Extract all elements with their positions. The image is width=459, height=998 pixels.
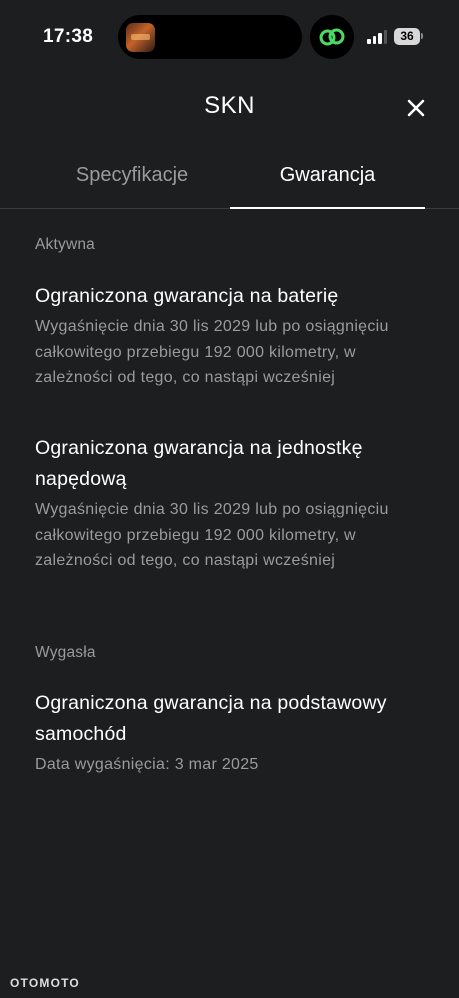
warranty-description: Wygaśnięcie dnia 30 lis 2029 lub po osią… <box>35 501 389 569</box>
status-bar: 17:38 36 <box>0 0 459 72</box>
section-label-expired: Wygasła <box>35 644 96 661</box>
status-time: 17:38 <box>43 26 94 47</box>
section-label-active: Aktywna <box>35 236 95 253</box>
dynamic-island[interactable] <box>118 15 302 59</box>
tab-warranty[interactable]: Gwarancja <box>230 164 425 187</box>
warranty-item-drive-unit[interactable]: Ograniczona gwarancja na jednostkę napęd… <box>35 433 430 574</box>
tab-specifications[interactable]: Specyfikacje <box>34 164 230 187</box>
active-tab-indicator <box>230 207 425 209</box>
page-title: SKN <box>204 92 255 119</box>
warranty-item-battery[interactable]: Ograniczona gwarancja na baterię Wygaśni… <box>35 281 430 391</box>
cellular-signal-icon <box>367 30 389 44</box>
warranty-title: Ograniczona gwarancja na podstawowy samo… <box>35 692 387 745</box>
warranty-description: Data wygaśnięcia: 3 mar 2025 <box>35 756 259 773</box>
warranty-item-basic-vehicle[interactable]: Ograniczona gwarancja na podstawowy samo… <box>35 688 430 778</box>
close-icon[interactable] <box>403 95 429 121</box>
warranty-title: Ograniczona gwarancja na jednostkę napęd… <box>35 437 363 490</box>
otomoto-watermark: OTOMOTO <box>10 976 80 990</box>
circles-link-icon[interactable] <box>310 15 354 59</box>
tab-bar: Specyfikacje Gwarancja <box>0 150 459 209</box>
battery-icon: 36 <box>394 28 420 45</box>
battery-tip <box>421 33 423 39</box>
now-playing-artwork[interactable] <box>126 23 155 52</box>
warranty-title: Ograniczona gwarancja na baterię <box>35 285 339 307</box>
warranty-description: Wygaśnięcie dnia 30 lis 2029 lub po osią… <box>35 318 389 386</box>
